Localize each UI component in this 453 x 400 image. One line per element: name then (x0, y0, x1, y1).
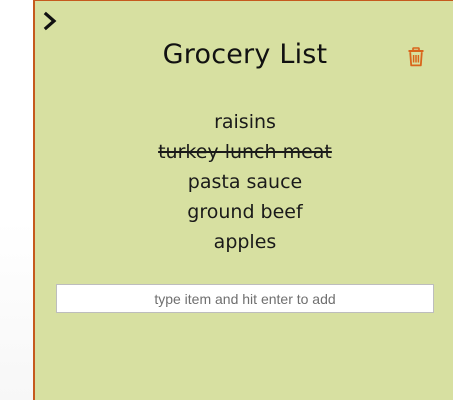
grocery-items: raisins turkey lunch meat pasta sauce gr… (35, 107, 453, 257)
left-pane (0, 0, 34, 400)
add-item-input[interactable] (56, 284, 434, 313)
list-title: Grocery List (162, 39, 328, 70)
trash-icon[interactable] (407, 47, 425, 67)
app-root: Grocery List raisins turkey lunch meat p… (0, 0, 453, 400)
list-item[interactable]: apples (35, 227, 453, 257)
chevron-right-icon[interactable] (43, 11, 59, 31)
grocery-list-panel: Grocery List raisins turkey lunch meat p… (33, 0, 453, 400)
list-item[interactable]: ground beef (35, 197, 453, 227)
list-item-completed[interactable]: turkey lunch meat (35, 137, 453, 167)
list-item[interactable]: pasta sauce (35, 167, 453, 197)
list-item[interactable]: raisins (35, 107, 453, 137)
left-pane-shadow (0, 220, 34, 400)
